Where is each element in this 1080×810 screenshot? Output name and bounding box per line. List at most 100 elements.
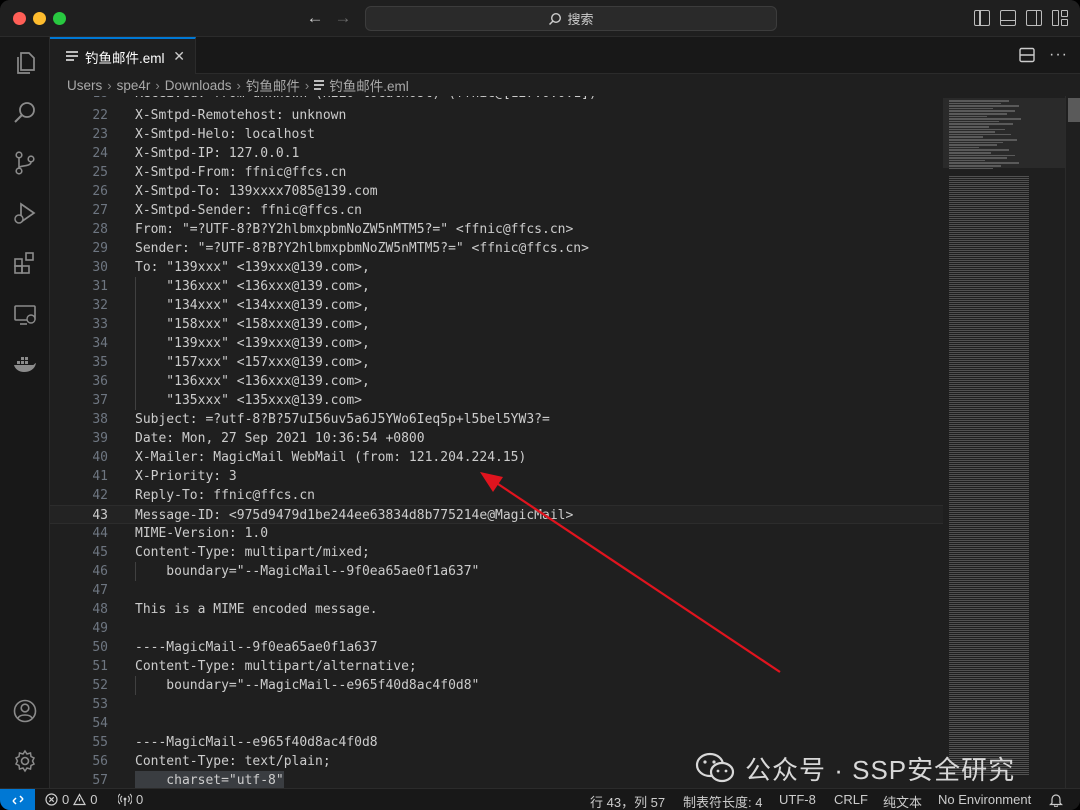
line-text: Content-Type: text/plain; [135,754,331,769]
close-tab-icon[interactable]: ✕ [173,48,185,65]
title-bar: ← → 搜索 [0,0,1080,37]
maximize-window-button[interactable] [53,12,66,25]
settings-gear-icon[interactable] [11,747,39,775]
line-text: charset="utf-8" [135,771,284,788]
code-line: 31 "136xxx" <136xxx@139.com>, [50,277,943,296]
line-text: "135xxx" <135xxx@139.com> [135,393,362,408]
watermark-text: 公众号 · SSP安全研究 [745,754,1016,785]
minimap-line [949,159,985,162]
minimap-line [949,144,997,146]
end-of-line[interactable]: CRLF [834,792,868,807]
line-number: 18 [50,96,108,103]
line-number: 42 [92,488,108,503]
line-number: 50 [92,640,108,655]
line-number: 55 [92,735,108,750]
indentation-setting[interactable]: 制表符长度: 4 [683,792,762,810]
source-control-icon[interactable] [11,149,39,177]
line-text: X-Smtpd-Helo: localhost [135,127,316,142]
docker-icon[interactable] [11,351,39,379]
file-encoding[interactable]: UTF-8 [779,792,816,807]
activity-bar [0,37,50,788]
minimap-line [949,139,1017,141]
minimap-encoded-body [949,176,1029,776]
code-editor[interactable]: 18 Received: from unknown (HELO localhost… [50,96,943,788]
run-debug-icon[interactable] [11,199,39,227]
language-mode[interactable]: 纯文本 [883,792,922,810]
line-number: 31 [92,279,108,294]
line-text: "134xxx" <134xxx@139.com>, [135,298,370,313]
line-number: 48 [92,602,108,617]
customize-layout-icon[interactable] [1052,10,1068,26]
toggle-primary-sidebar-icon[interactable] [974,10,990,26]
line-text: Message-ID: <975d9479d1be244ee63834d8b77… [135,508,574,523]
minimap-line [949,149,1009,151]
line-number: 39 [92,431,108,446]
line-number: 54 [92,716,108,731]
line-number: 24 [92,146,108,161]
remote-indicator-icon[interactable] [0,789,35,810]
cursor-position[interactable]: 行 43，列 57 [590,792,665,810]
breadcrumb-file[interactable]: 钓鱼邮件.eml [314,75,409,95]
problems-indicator[interactable]: 0 0 [45,792,97,807]
scrollbar-thumb[interactable] [1068,98,1080,122]
warning-icon [73,793,87,806]
line-text: X-Smtpd-Sender: ffnic@ffcs.cn [135,203,362,218]
account-icon[interactable] [11,697,39,725]
code-line: 24 X-Smtpd-IP: 127.0.0.1 [50,144,943,163]
line-text: Date: Mon, 27 Sep 2021 10:36:54 +0800 [135,431,425,446]
line-text: Received: from unknown (HELO localhost) … [135,96,597,103]
minimap-line [949,146,979,149]
more-actions-icon[interactable]: ··· [1049,47,1068,63]
line-number: 36 [92,374,108,389]
notifications-bell-icon[interactable] [1049,793,1063,807]
vertical-scrollbar[interactable] [1065,96,1080,788]
search-icon[interactable] [11,99,39,127]
go-back-arrow-icon[interactable]: ← [305,8,325,28]
minimap-line [949,136,983,138]
split-editor-icon[interactable] [1019,47,1035,63]
minimap[interactable] [943,96,1065,788]
code-line: 49 [50,619,943,638]
environment-selector[interactable]: No Environment [938,792,1031,807]
toggle-secondary-sidebar-icon[interactable] [1026,10,1042,26]
explorer-icon[interactable] [11,49,39,77]
minimap-line [949,128,1005,131]
code-line: 39 Date: Mon, 27 Sep 2021 10:36:54 +0800 [50,429,943,448]
line-text: X-Priority: 3 [135,469,237,484]
line-text: X-Smtpd-To: 139xxxx7085@139.com [135,184,378,199]
line-text: "136xxx" <136xxx@139.com>, [135,374,370,389]
minimap-line [949,141,1003,144]
line-number: 44 [92,526,108,541]
command-center-search[interactable]: 搜索 [365,6,777,31]
line-number: 56 [92,754,108,769]
toggle-panel-icon[interactable] [1000,10,1016,26]
line-number: 34 [92,336,108,351]
ports-indicator[interactable]: 0 [118,792,143,807]
line-text: This is a MIME encoded message. [135,602,378,617]
line-number: 45 [92,545,108,560]
breadcrumb-user-folder[interactable]: spe4r [117,78,151,93]
minimize-window-button[interactable] [33,12,46,25]
line-number: 47 [92,583,108,598]
warning-count: 0 [90,792,98,807]
line-number: 30 [92,260,108,275]
remote-explorer-icon[interactable] [11,301,39,329]
breadcrumb-folder[interactable]: 钓鱼邮件 [246,75,300,95]
extensions-icon[interactable] [11,249,39,277]
go-forward-arrow-icon[interactable]: → [333,8,353,28]
line-number: 27 [92,203,108,218]
line-number: 28 [92,222,108,237]
minimap-line [949,105,1019,107]
code-line: 27 X-Smtpd-Sender: ffnic@ffcs.cn [50,201,943,220]
line-text: "136xxx" <136xxx@139.com>, [135,279,370,294]
line-number: 35 [92,355,108,370]
code-line: 41 X-Priority: 3 [50,467,943,486]
line-number: 43 [92,508,108,523]
close-window-button[interactable] [13,12,26,25]
code-line: 51 Content-Type: multipart/alternative; [50,657,943,676]
breadcrumb-downloads[interactable]: Downloads [165,78,232,93]
code-line: 30 To: "139xxx" <139xxx@139.com>, [50,258,943,277]
code-line: 45 Content-Type: multipart/mixed; [50,543,943,562]
tab-phishing-eml[interactable]: 钓鱼邮件.eml ✕ [50,37,196,74]
breadcrumb-users[interactable]: Users [67,78,102,93]
